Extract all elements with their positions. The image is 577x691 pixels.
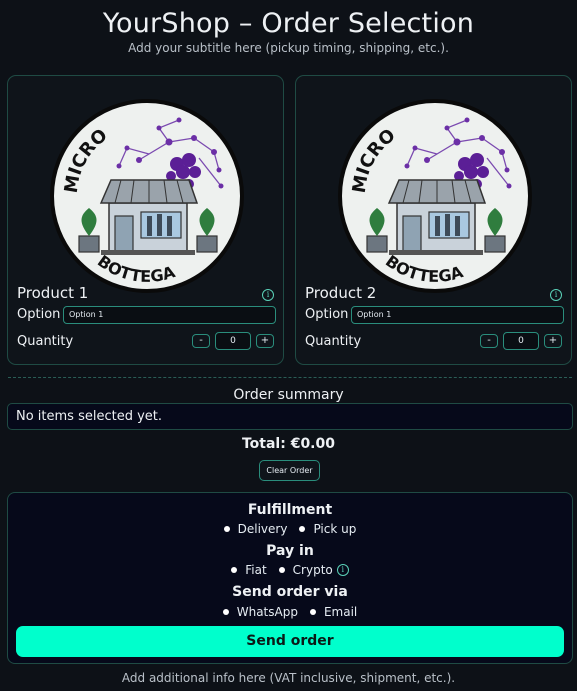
product-grid: MICRO BOTTEGA Product 1 i Option Option … [7, 75, 572, 365]
micro-bottega-logo: MICRO BOTTEGA [338, 99, 532, 293]
quantity-stepper: - 0 + [480, 332, 562, 350]
quantity-input[interactable]: 0 [215, 332, 251, 350]
summary-title: Order summary [233, 387, 344, 403]
page-subtitle: Add your subtitle here (pickup timing, s… [128, 41, 449, 55]
radio-dot [222, 609, 229, 615]
pay-title: Pay in [266, 543, 314, 559]
radio-label: Pick up [313, 522, 357, 536]
increment-button[interactable]: + [256, 334, 274, 348]
radio-dot [299, 526, 306, 532]
decrement-button[interactable]: - [480, 334, 498, 348]
radio-delivery[interactable]: Delivery [223, 522, 288, 536]
send-order-button[interactable]: Send order [16, 626, 564, 657]
order-total: Total: €0.00 [241, 436, 335, 452]
product-image: MICRO BOTTEGA [337, 98, 533, 294]
product-image: MICRO BOTTEGA [49, 98, 245, 294]
option-label: Option [305, 307, 349, 322]
product-card: MICRO BOTTEGA [295, 75, 572, 365]
product-name: Product 1 [17, 284, 89, 302]
increment-button[interactable]: + [544, 334, 562, 348]
checkout-panel: Fulfillment Delivery Pick up Pay in Fiat… [7, 492, 573, 664]
radio-dot [309, 609, 316, 615]
radio-label: Delivery [237, 522, 288, 536]
quantity-stepper: - 0 + [192, 332, 274, 350]
option-label: Option [17, 307, 61, 322]
info-icon[interactable]: i [336, 564, 349, 576]
send-via-options: WhatsApp Email [8, 605, 572, 619]
radio-label: Fiat [245, 563, 267, 577]
product-card: MICRO BOTTEGA [7, 75, 284, 365]
decrement-button[interactable]: - [192, 334, 210, 348]
quantity-label: Quantity [305, 334, 362, 349]
section-divider [8, 377, 572, 378]
radio-email[interactable]: Email [309, 605, 358, 619]
fulfillment-options: Delivery Pick up [8, 522, 572, 536]
radio-dot [231, 567, 238, 573]
fulfillment-title: Fulfillment [247, 502, 333, 518]
radio-label: Crypto [292, 563, 333, 577]
radio-dot [223, 526, 230, 532]
footer-note: Add additional info here (VAT inclusive,… [121, 671, 456, 685]
info-icon[interactable]: i [550, 289, 562, 301]
option-select[interactable]: Option 1 [63, 306, 276, 324]
order-summary-box: No items selected yet. [7, 403, 573, 430]
product-name: Product 2 [305, 284, 377, 302]
radio-whatsapp[interactable]: WhatsApp [222, 605, 298, 619]
radio-label: WhatsApp [236, 605, 298, 619]
page-title: YourShop – Order Selection [102, 8, 475, 39]
radio-crypto[interactable]: Crypto i [278, 563, 349, 577]
option-select[interactable]: Option 1 [351, 306, 564, 324]
page-header: YourShop – Order Selection Add your subt… [0, 0, 577, 55]
info-icon[interactable]: i [262, 289, 274, 301]
quantity-label: Quantity [17, 334, 74, 349]
radio-label: Email [323, 605, 358, 619]
radio-fiat[interactable]: Fiat [231, 563, 267, 577]
quantity-input[interactable]: 0 [503, 332, 539, 350]
clear-order-button[interactable]: Clear Order [259, 460, 320, 481]
send-via-title: Send order via [232, 584, 348, 600]
micro-bottega-logo: MICRO BOTTEGA [50, 99, 244, 293]
pay-options: Fiat Crypto i [8, 563, 572, 577]
radio-pickup[interactable]: Pick up [299, 522, 356, 536]
radio-dot [278, 567, 285, 573]
